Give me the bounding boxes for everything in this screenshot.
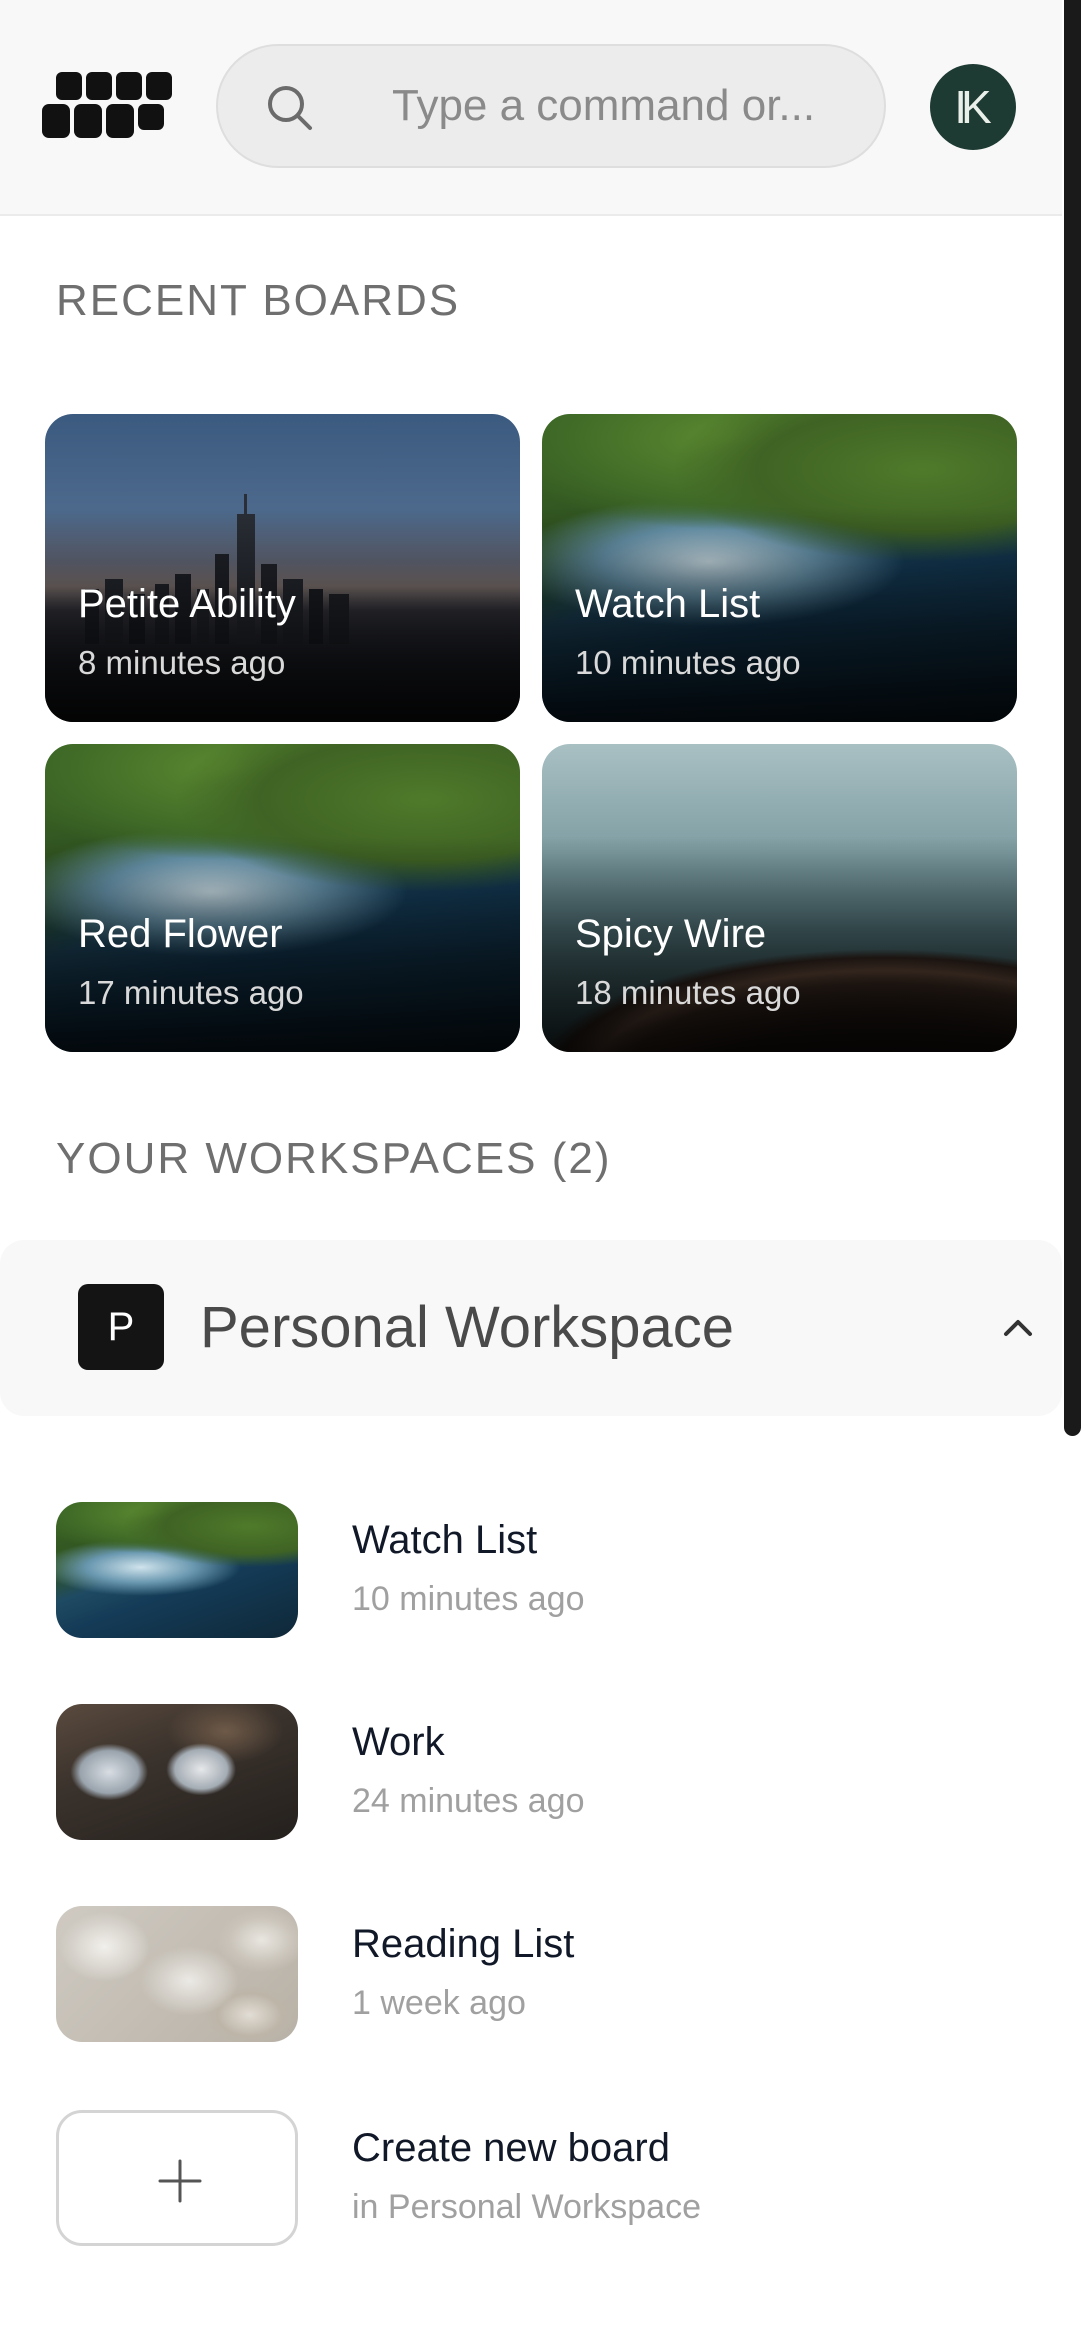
workspace-row-personal[interactable]: P Personal Workspace [0,1240,1062,1416]
scrollbar[interactable] [1064,0,1081,1436]
search-icon [268,86,312,130]
list-item-time: 1 week ago [352,1984,526,2022]
search-placeholder: Type a command or... [392,81,816,130]
list-item-time: 10 minutes ago [352,1580,585,1618]
avatar[interactable]: IK [930,64,1016,150]
create-board-label: Create new board [352,2126,670,2170]
board-card-petite-ability[interactable]: Petite Ability 8 minutes ago [45,414,520,722]
recent-boards-heading: RECENT BOARDS [56,276,461,325]
list-item-title: Work [352,1720,445,1764]
board-thumbnail [56,1502,298,1638]
plus-icon [158,2159,202,2203]
board-thumbnail [56,1906,298,2042]
create-new-board-button[interactable]: Create new board in Personal Workspace [56,2110,956,2246]
board-card-title: Watch List [575,582,761,626]
list-item-time: 24 minutes ago [352,1782,585,1820]
board-card-title: Petite Ability [78,582,296,626]
list-item-title: Reading List [352,1922,575,1966]
list-item-reading-list[interactable]: Reading List 1 week ago [56,1906,956,2042]
board-card-title: Spicy Wire [575,912,767,956]
board-card-time: 8 minutes ago [78,644,286,681]
board-card-spicy-wire[interactable]: Spicy Wire 18 minutes ago [542,744,1017,1052]
board-card-time: 10 minutes ago [575,644,801,681]
board-card-time: 17 minutes ago [78,974,304,1011]
command-search-input[interactable]: Type a command or... [216,44,886,168]
chevron-up-icon[interactable] [1000,1310,1036,1346]
app-panel: Type a command or... IK RECENT BOARDS Pe… [0,0,1062,2340]
workspace-badge: P [78,1284,164,1370]
list-item-watch-list[interactable]: Watch List 10 minutes ago [56,1502,956,1638]
list-item-title: Watch List [352,1518,538,1562]
workspace-name: Personal Workspace [200,1295,735,1360]
create-board-sub: in Personal Workspace [352,2188,701,2226]
workspaces-heading: YOUR WORKSPACES (2) [56,1134,612,1183]
board-card-title: Red Flower [78,912,283,956]
create-board-tile[interactable] [56,2110,298,2246]
board-card-watch-list[interactable]: Watch List 10 minutes ago [542,414,1017,722]
board-card-time: 18 minutes ago [575,974,801,1011]
board-card-red-flower[interactable]: Red Flower 17 minutes ago [45,744,520,1052]
top-bar: Type a command or... IK [0,0,1062,216]
brick-logo-icon[interactable] [42,72,174,140]
board-thumbnail [56,1704,298,1840]
list-item-work[interactable]: Work 24 minutes ago [56,1704,956,1840]
